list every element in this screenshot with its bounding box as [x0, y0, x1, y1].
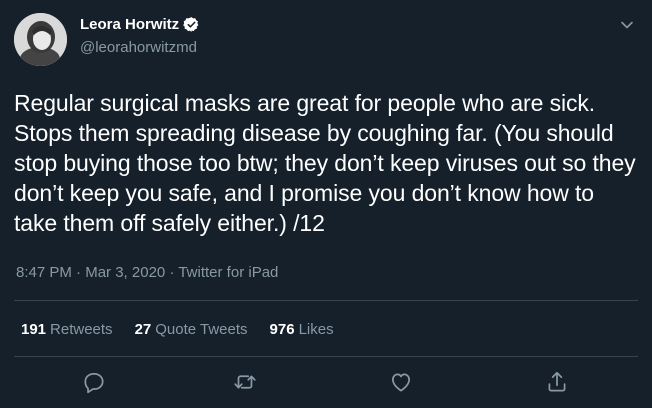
avatar[interactable] — [14, 13, 67, 66]
action-bar — [0, 369, 652, 397]
quote-tweets-count: 27 — [134, 321, 152, 338]
name-row: Leora Horwitz — [80, 16, 200, 33]
divider — [14, 300, 638, 301]
user-handle[interactable]: @leorahorwitzmd — [80, 39, 197, 56]
like-icon[interactable] — [388, 369, 414, 395]
chevron-down-icon[interactable] — [618, 16, 636, 34]
retweets-stat[interactable]: 191 Retweets — [21, 321, 113, 338]
reply-icon[interactable] — [81, 369, 107, 395]
tweet-meta: 8:47 PM · Mar 3, 2020 · Twitter for iPad — [16, 264, 278, 281]
likes-label: Likes — [298, 321, 334, 338]
quote-tweets-label: Quote Tweets — [155, 321, 248, 338]
display-name[interactable]: Leora Horwitz — [80, 16, 179, 33]
avatar-image — [14, 13, 67, 66]
retweet-icon[interactable] — [232, 369, 258, 395]
likes-stat[interactable]: 976 Likes — [270, 321, 334, 338]
divider — [14, 356, 638, 357]
tweet-source[interactable]: Twitter for iPad — [178, 264, 278, 281]
tweet-text: Regular surgical masks are great for peo… — [14, 90, 636, 236]
engagement-stats: 191 Retweets 27 Quote Tweets 976 Likes — [21, 321, 334, 338]
quote-tweets-stat[interactable]: 27 Quote Tweets — [135, 321, 248, 338]
verified-badge-icon — [183, 17, 199, 32]
likes-count: 976 — [269, 321, 295, 338]
tweet-date[interactable]: Mar 3, 2020 — [85, 264, 165, 281]
meta-separator: · — [169, 264, 175, 281]
tweet-time[interactable]: 8:47 PM — [16, 264, 72, 281]
share-icon[interactable] — [544, 369, 570, 395]
retweets-label: Retweets — [50, 321, 113, 338]
meta-separator: · — [76, 264, 82, 281]
retweets-count: 191 — [21, 321, 47, 338]
